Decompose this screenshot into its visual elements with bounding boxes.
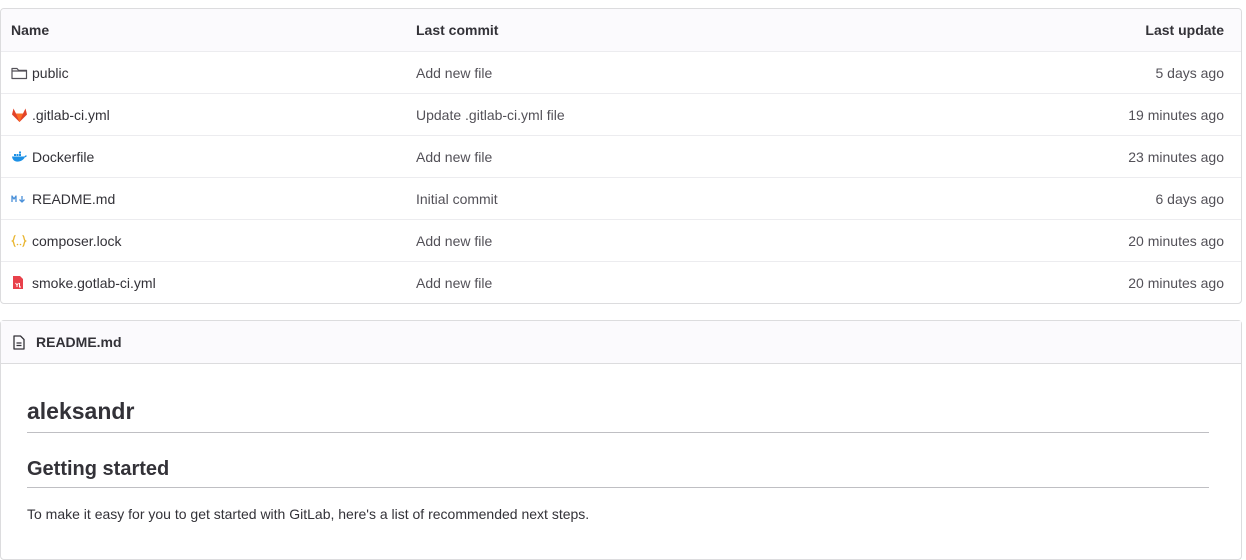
readme-heading-1: aleksandr (27, 364, 1209, 433)
table-row[interactable]: README.md Initial commit 6 days ago (1, 177, 1241, 219)
file-name-link[interactable]: composer.lock (32, 233, 121, 249)
last-update-time: 6 days ago (1155, 190, 1225, 207)
table-row[interactable]: smoke.gotlab-ci.yml Add new file 20 minu… (1, 261, 1241, 303)
file-tree-table: Name Last commit Last update public Add … (0, 8, 1242, 304)
readme-heading-2: Getting started (27, 433, 1209, 488)
commit-message-link[interactable]: Add new file (416, 233, 492, 249)
yaml-file-icon (11, 275, 29, 291)
commit-message-link[interactable]: Initial commit (416, 191, 498, 207)
commit-message-link[interactable]: Add new file (416, 65, 492, 81)
last-update-time: 19 minutes ago (1128, 106, 1224, 123)
json-braces-icon (11, 233, 29, 249)
commit-message-link[interactable]: Add new file (416, 149, 492, 165)
file-name-link[interactable]: smoke.gotlab-ci.yml (32, 275, 156, 291)
readme-panel: README.md aleksandr Getting started To m… (0, 320, 1242, 560)
file-name-link[interactable]: .gitlab-ci.yml (32, 107, 110, 123)
commit-message-link[interactable]: Update .gitlab-ci.yml file (416, 107, 565, 123)
table-row[interactable]: Dockerfile Add new file 23 minutes ago (1, 135, 1241, 177)
commit-message-link[interactable]: Add new file (416, 275, 492, 291)
column-header-name: Name (11, 22, 50, 38)
gitlab-icon (11, 107, 29, 123)
last-update-time: 20 minutes ago (1128, 274, 1224, 291)
last-update-time: 23 minutes ago (1128, 148, 1224, 165)
file-name-link[interactable]: Dockerfile (32, 149, 94, 165)
readme-paragraph: To make it easy for you to get started w… (27, 506, 590, 522)
file-name-link[interactable]: README.md (32, 191, 115, 207)
markdown-icon (11, 191, 29, 207)
table-row[interactable]: .gitlab-ci.yml Update .gitlab-ci.yml fil… (1, 93, 1241, 135)
table-header-row: Name Last commit Last update (1, 9, 1241, 51)
readme-header: README.md (1, 321, 1241, 364)
docker-icon (11, 149, 29, 165)
folder-icon (11, 65, 29, 81)
file-name-link[interactable]: public (32, 65, 69, 81)
column-header-last-update: Last update (1145, 22, 1224, 38)
last-update-time: 20 minutes ago (1128, 232, 1224, 249)
last-update-time: 5 days ago (1155, 64, 1225, 81)
table-row[interactable]: composer.lock Add new file 20 minutes ag… (1, 219, 1241, 261)
column-header-last-commit: Last commit (416, 22, 499, 38)
readme-filename[interactable]: README.md (36, 334, 122, 350)
document-icon (13, 334, 31, 350)
table-row[interactable]: public Add new file 5 days ago (1, 51, 1241, 93)
readme-content: aleksandr Getting started To make it eas… (1, 364, 1241, 522)
